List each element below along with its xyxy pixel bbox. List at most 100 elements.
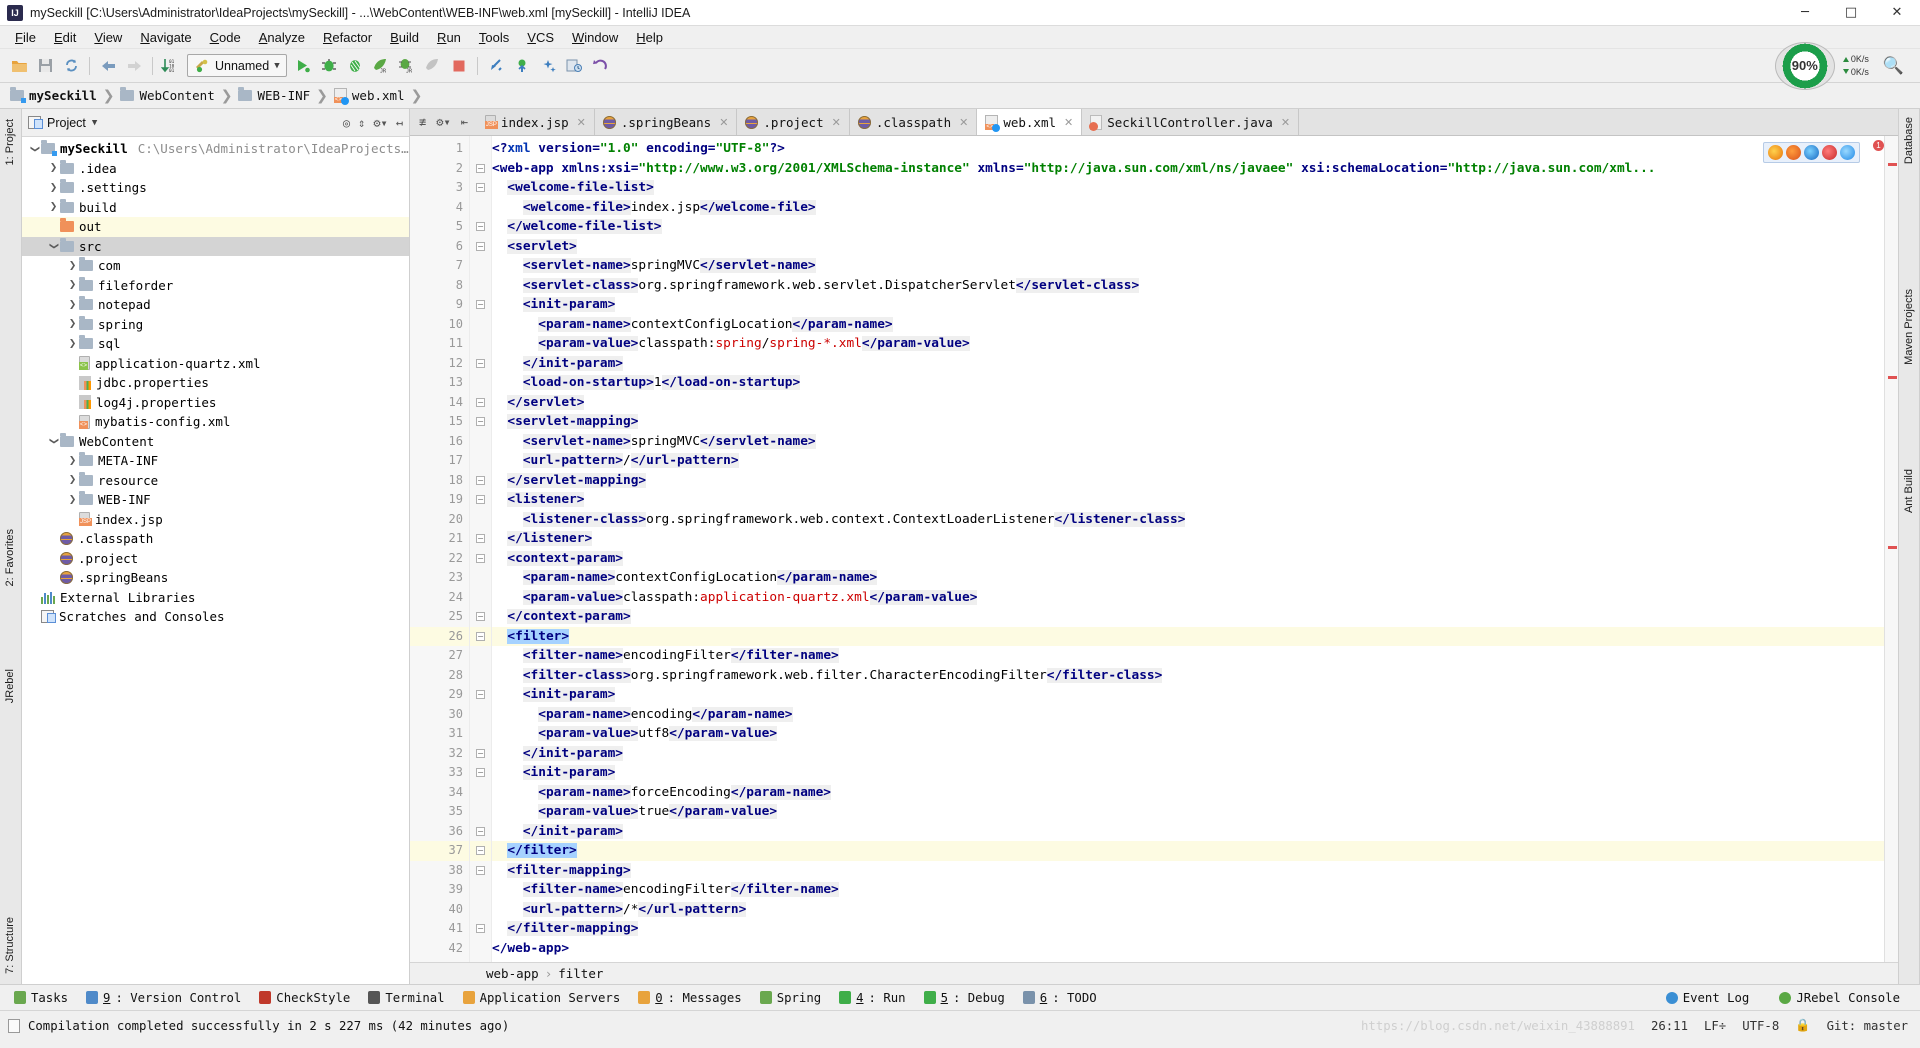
tool-window-button-jrebelconsole[interactable]: JRebel Console bbox=[1771, 989, 1908, 1007]
tool-window-button-versioncontrol[interactable]: 9: Version Control bbox=[78, 989, 249, 1007]
tool-window-button-messages[interactable]: 0: Messages bbox=[630, 989, 749, 1007]
revision-icon[interactable] bbox=[561, 54, 587, 78]
menu-item-code[interactable]: Code bbox=[201, 28, 250, 47]
tree-node-mybatis-config-xml[interactable]: <> mybatis-config.xml bbox=[22, 412, 409, 432]
fold-toggle-icon[interactable]: − bbox=[476, 495, 485, 505]
code-line[interactable]: <filter-name>encodingFilter</filter-name… bbox=[492, 646, 1884, 666]
split-icon[interactable]: ≢ bbox=[419, 115, 426, 129]
code-line[interactable]: </filter-mapping> bbox=[492, 919, 1884, 939]
fold-toggle-icon[interactable]: − bbox=[476, 222, 485, 232]
code-text[interactable]: <?xml version="1.0" encoding="UTF-8"?> <w… bbox=[492, 136, 1884, 962]
tree-node-build[interactable]: ❯ build bbox=[22, 198, 409, 218]
menu-item-navigate[interactable]: Navigate bbox=[131, 28, 200, 47]
code-line[interactable]: <init-param> bbox=[492, 763, 1884, 783]
search-icon[interactable]: 🔍 bbox=[1877, 56, 1910, 76]
fold-toggle-icon[interactable]: − bbox=[476, 534, 485, 544]
chevron-down-icon[interactable]: ▼ bbox=[92, 118, 97, 128]
code-line[interactable]: </servlet-mapping> bbox=[492, 471, 1884, 491]
fold-toggle-icon[interactable]: − bbox=[476, 241, 485, 251]
fold-toggle-icon[interactable]: − bbox=[476, 865, 485, 875]
error-marker[interactable] bbox=[1888, 163, 1897, 166]
browser-launcher-popup[interactable] bbox=[1763, 142, 1860, 163]
code-line[interactable]: <welcome-file-list> bbox=[492, 178, 1884, 198]
code-line[interactable]: <param-name>contextConfigLocation</param… bbox=[492, 568, 1884, 588]
code-line[interactable]: </listener> bbox=[492, 529, 1884, 549]
code-line[interactable]: <filter-mapping> bbox=[492, 861, 1884, 881]
error-count-badge[interactable]: 1 bbox=[1873, 140, 1884, 151]
tool-window-button-terminal[interactable]: Terminal bbox=[360, 989, 452, 1007]
code-line[interactable]: <servlet-name>springMVC</servlet-name> bbox=[492, 432, 1884, 452]
fold-toggle-icon[interactable]: − bbox=[476, 826, 485, 836]
tree-node-index-jsp[interactable]: JSP index.jsp bbox=[22, 510, 409, 530]
code-line[interactable]: <url-pattern>/*</url-pattern> bbox=[492, 900, 1884, 920]
firefox-icon[interactable] bbox=[1786, 145, 1801, 160]
tree-node--classpath[interactable]: .classpath bbox=[22, 529, 409, 549]
code-line[interactable]: <filter-name>encodingFilter</filter-name… bbox=[492, 880, 1884, 900]
code-line[interactable]: <url-pattern>/</url-pattern> bbox=[492, 451, 1884, 471]
ie-icon[interactable] bbox=[1840, 145, 1855, 160]
code-line[interactable]: <init-param> bbox=[492, 295, 1884, 315]
tool-window-button-spring[interactable]: Spring bbox=[752, 989, 829, 1007]
editor-tab--springbeans[interactable]: .springBeans ✕ bbox=[594, 109, 738, 135]
tree-node--project[interactable]: .project bbox=[22, 549, 409, 569]
hide-icon[interactable]: ⇤ bbox=[461, 115, 468, 129]
edge-icon[interactable] bbox=[1804, 145, 1819, 160]
strip-jrebel-label[interactable]: JRebel bbox=[4, 669, 16, 703]
code-line[interactable]: <web-app xmlns:xsi="http://www.w3.org/20… bbox=[492, 159, 1884, 179]
code-line[interactable]: <servlet-mapping> bbox=[492, 412, 1884, 432]
forward-arrow-icon[interactable] bbox=[121, 54, 147, 78]
chevron-down-icon[interactable]: ❯ bbox=[30, 142, 40, 155]
code-line[interactable]: <?xml version="1.0" encoding="UTF-8"?> bbox=[492, 139, 1884, 159]
tool-window-button-debug[interactable]: 5: Debug bbox=[916, 989, 1013, 1007]
menu-item-file[interactable]: File bbox=[6, 28, 45, 47]
fold-toggle-icon[interactable]: − bbox=[476, 690, 485, 700]
code-line[interactable]: <servlet-class>org.springframework.web.s… bbox=[492, 276, 1884, 296]
sort-icon[interactable]: 01 10 01 bbox=[158, 54, 184, 78]
code-line[interactable]: </web-app> bbox=[492, 939, 1884, 959]
back-arrow-icon[interactable] bbox=[95, 54, 121, 78]
code-line[interactable]: </servlet> bbox=[492, 393, 1884, 413]
chevron-right-icon[interactable]: ❯ bbox=[66, 261, 79, 271]
fold-toggle-icon[interactable]: − bbox=[476, 417, 485, 427]
code-line[interactable]: <param-name>forceEncoding</param-name> bbox=[492, 783, 1884, 803]
strip-database-label[interactable]: Database bbox=[1903, 117, 1915, 164]
settings-icon[interactable]: ⚙▾ bbox=[436, 115, 450, 129]
jrebel-debug-icon[interactable]: JR bbox=[394, 54, 420, 78]
open-folder-icon[interactable] bbox=[6, 54, 32, 78]
fold-toggle-icon[interactable]: − bbox=[476, 183, 485, 193]
tree-node-web-inf[interactable]: ❯ WEB-INF bbox=[22, 490, 409, 510]
structure-breadcrumb-item[interactable]: filter bbox=[558, 966, 603, 981]
chevron-right-icon[interactable]: ❯ bbox=[47, 183, 60, 193]
fold-toggle-icon[interactable]: − bbox=[476, 846, 485, 856]
fold-toggle-icon[interactable]: − bbox=[476, 924, 485, 934]
tree-node-external-libraries[interactable]: External Libraries bbox=[22, 588, 409, 608]
tool-window-button-eventlog[interactable]: Event Log bbox=[1658, 989, 1758, 1007]
breadcrumb-item-web-xml[interactable]: web.xml bbox=[333, 88, 409, 105]
update-project-icon[interactable] bbox=[483, 54, 509, 78]
menu-item-refactor[interactable]: Refactor bbox=[314, 28, 381, 47]
chevron-down-icon[interactable]: ❯ bbox=[49, 435, 59, 448]
fold-toggle-icon[interactable]: − bbox=[476, 553, 485, 563]
lock-icon[interactable]: 🔒 bbox=[1795, 1018, 1810, 1033]
tree-node-jdbc-properties[interactable]: jdbc.properties bbox=[22, 373, 409, 393]
stop-icon[interactable] bbox=[446, 54, 472, 78]
chevron-right-icon[interactable]: ❯ bbox=[47, 202, 60, 212]
structure-breadcrumb-item[interactable]: web-app bbox=[486, 966, 539, 981]
chevron-right-icon[interactable]: ❯ bbox=[66, 495, 79, 505]
code-line[interactable]: <init-param> bbox=[492, 685, 1884, 705]
menu-item-vcs[interactable]: VCS bbox=[518, 28, 563, 47]
line-separator[interactable]: LF÷ bbox=[1704, 1019, 1726, 1033]
code-line[interactable]: <welcome-file>index.jsp</welcome-file> bbox=[492, 198, 1884, 218]
tree-node-webcontent[interactable]: ❯ WebContent bbox=[22, 432, 409, 452]
locate-icon[interactable]: ◎ bbox=[343, 116, 350, 130]
strip-project-label[interactable]: 1: Project bbox=[4, 119, 16, 165]
fold-toggle-icon[interactable]: − bbox=[476, 163, 485, 173]
breadcrumb-item-myseckill[interactable]: mySeckill bbox=[10, 87, 101, 103]
strip-favorites-label[interactable]: 2: Favorites bbox=[4, 529, 16, 586]
maximize-button[interactable]: □ bbox=[1828, 0, 1874, 26]
editor-tab--classpath[interactable]: .classpath ✕ bbox=[849, 109, 978, 135]
chevron-right-icon[interactable]: ❯ bbox=[47, 163, 60, 173]
fold-toggle-icon[interactable]: − bbox=[476, 300, 485, 310]
sync-icon[interactable] bbox=[58, 54, 84, 78]
code-line[interactable]: <param-name>encoding</param-name> bbox=[492, 705, 1884, 725]
